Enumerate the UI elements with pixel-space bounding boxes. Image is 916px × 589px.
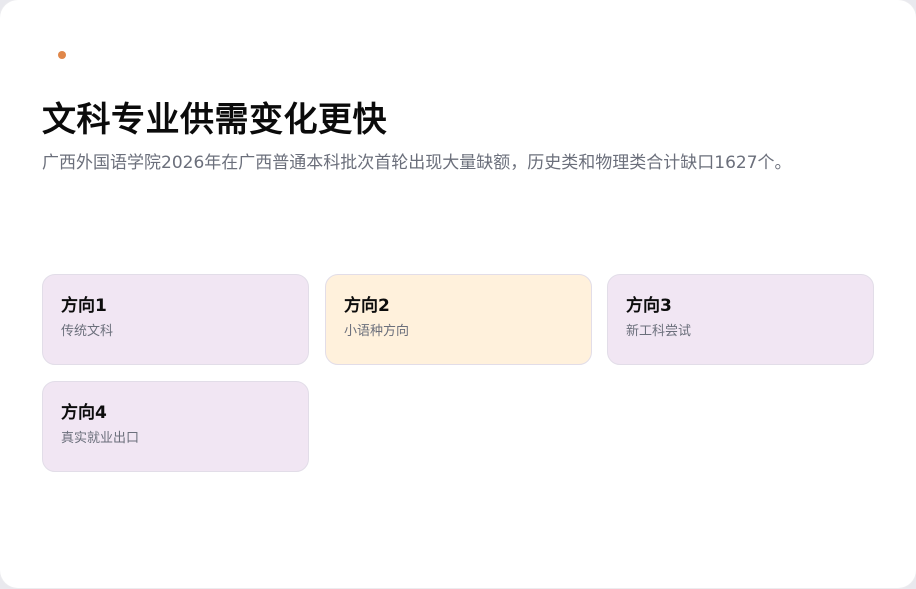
page-title: 文科专业供需变化更快 <box>42 100 387 140</box>
direction-card-title: 方向3 <box>626 296 672 316</box>
page-subtitle: 广西外国语学院2026年在广西普通本科批次首轮出现大量缺额，历史类和物理类合计缺… <box>42 153 792 173</box>
direction-card-desc: 小语种方向 <box>344 324 410 339</box>
direction-card-2: 方向2 小语种方向 <box>325 274 592 365</box>
direction-card-desc: 传统文科 <box>61 324 114 339</box>
direction-card-title: 方向1 <box>61 296 107 316</box>
accent-dot <box>58 51 66 59</box>
direction-card-title: 方向2 <box>344 296 390 316</box>
direction-card-desc: 真实就业出口 <box>61 431 140 446</box>
direction-card-desc: 新工科尝试 <box>626 324 692 339</box>
direction-card-1: 方向1 传统文科 <box>42 274 309 365</box>
direction-card-4: 方向4 真实就业出口 <box>42 381 309 472</box>
slide-card: 文科专业供需变化更快 广西外国语学院2026年在广西普通本科批次首轮出现大量缺额… <box>0 0 916 588</box>
direction-card-title: 方向4 <box>61 403 107 423</box>
direction-card-3: 方向3 新工科尝试 <box>607 274 874 365</box>
